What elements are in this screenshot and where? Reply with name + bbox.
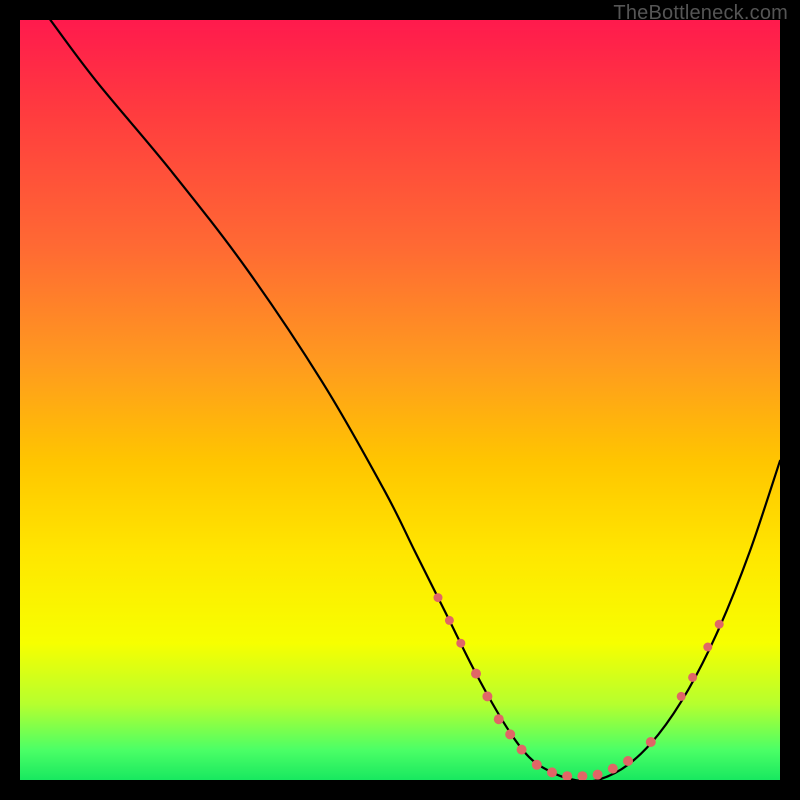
data-marker	[482, 691, 492, 701]
data-marker	[562, 771, 572, 780]
chart-svg	[20, 20, 780, 780]
data-marker	[456, 639, 465, 648]
data-markers	[434, 593, 724, 780]
data-marker	[471, 669, 481, 679]
data-marker	[532, 760, 542, 770]
data-marker	[577, 771, 587, 780]
data-marker	[494, 714, 504, 724]
data-marker	[715, 620, 724, 629]
watermark-text: TheBottleneck.com	[613, 2, 788, 25]
chart-frame	[20, 20, 780, 780]
data-marker	[593, 770, 603, 780]
bottleneck-curve	[50, 20, 780, 780]
data-marker	[608, 764, 618, 774]
data-marker	[623, 756, 633, 766]
data-marker	[434, 593, 443, 602]
data-marker	[517, 745, 527, 755]
data-marker	[677, 692, 686, 701]
data-marker	[547, 767, 557, 777]
data-marker	[703, 643, 712, 652]
data-marker	[688, 673, 697, 682]
plot-area	[20, 20, 780, 780]
data-marker	[445, 616, 454, 625]
data-marker	[646, 737, 656, 747]
data-marker	[505, 729, 515, 739]
